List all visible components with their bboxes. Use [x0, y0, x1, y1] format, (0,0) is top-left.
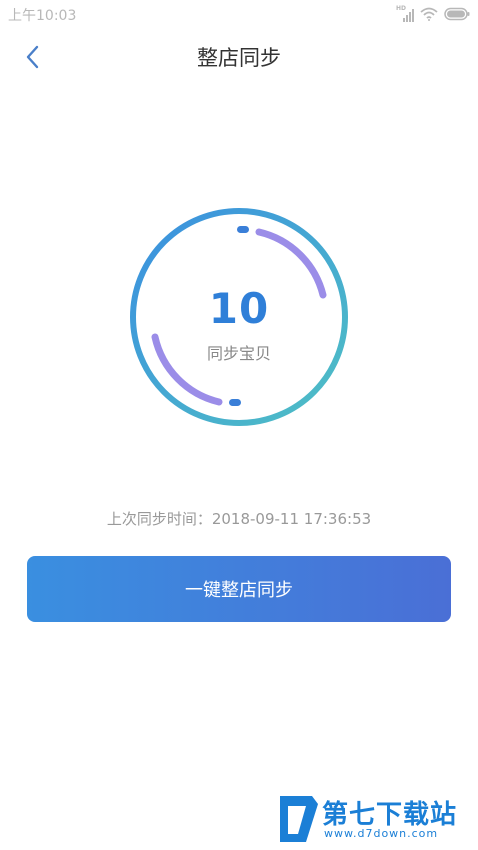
nav-bar: 整店同步: [0, 28, 478, 86]
sync-all-button[interactable]: 一键整店同步: [27, 556, 451, 622]
watermark-name: 第七下载站: [322, 800, 458, 830]
status-icons: HD: [396, 5, 470, 22]
sync-ring: 10 同步宝贝: [128, 206, 350, 428]
wifi-icon: [420, 7, 438, 21]
page-title: 整店同步: [197, 46, 281, 70]
watermark: 第七下载站 www.d7down.com: [276, 792, 472, 846]
sync-count: 10: [208, 284, 270, 333]
signal-icon: HD: [396, 5, 414, 22]
network-badge: HD: [396, 5, 407, 12]
battery-icon: [444, 7, 470, 21]
sync-count-label: 同步宝贝: [206, 344, 271, 363]
status-bar: 上午10:03 HD: [0, 0, 478, 28]
last-sync-time: 上次同步时间：2018-09-11 17:36:53: [106, 510, 372, 528]
status-time: 上午10:03: [8, 8, 77, 24]
watermark-url: www.d7down.com: [324, 827, 439, 840]
watermark-logo-icon: [280, 796, 318, 842]
